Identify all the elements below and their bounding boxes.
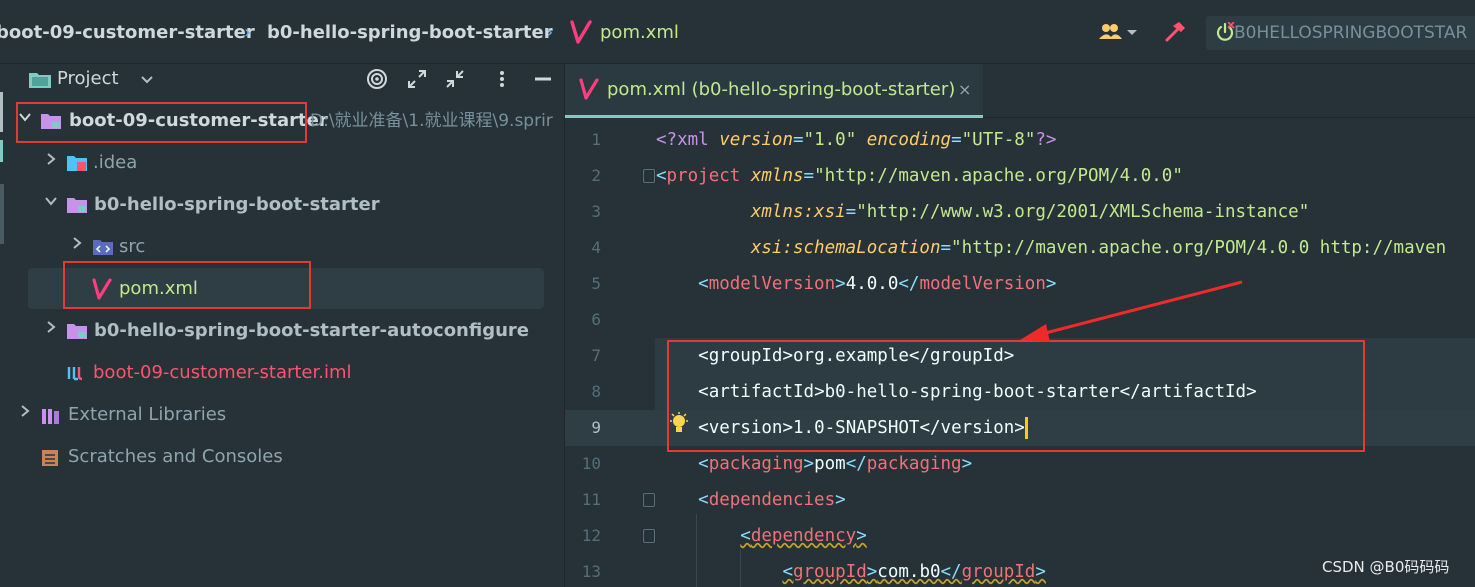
watermark: CSDN @B0码码码	[1322, 558, 1450, 576]
annotation-arrow	[1020, 280, 1243, 342]
